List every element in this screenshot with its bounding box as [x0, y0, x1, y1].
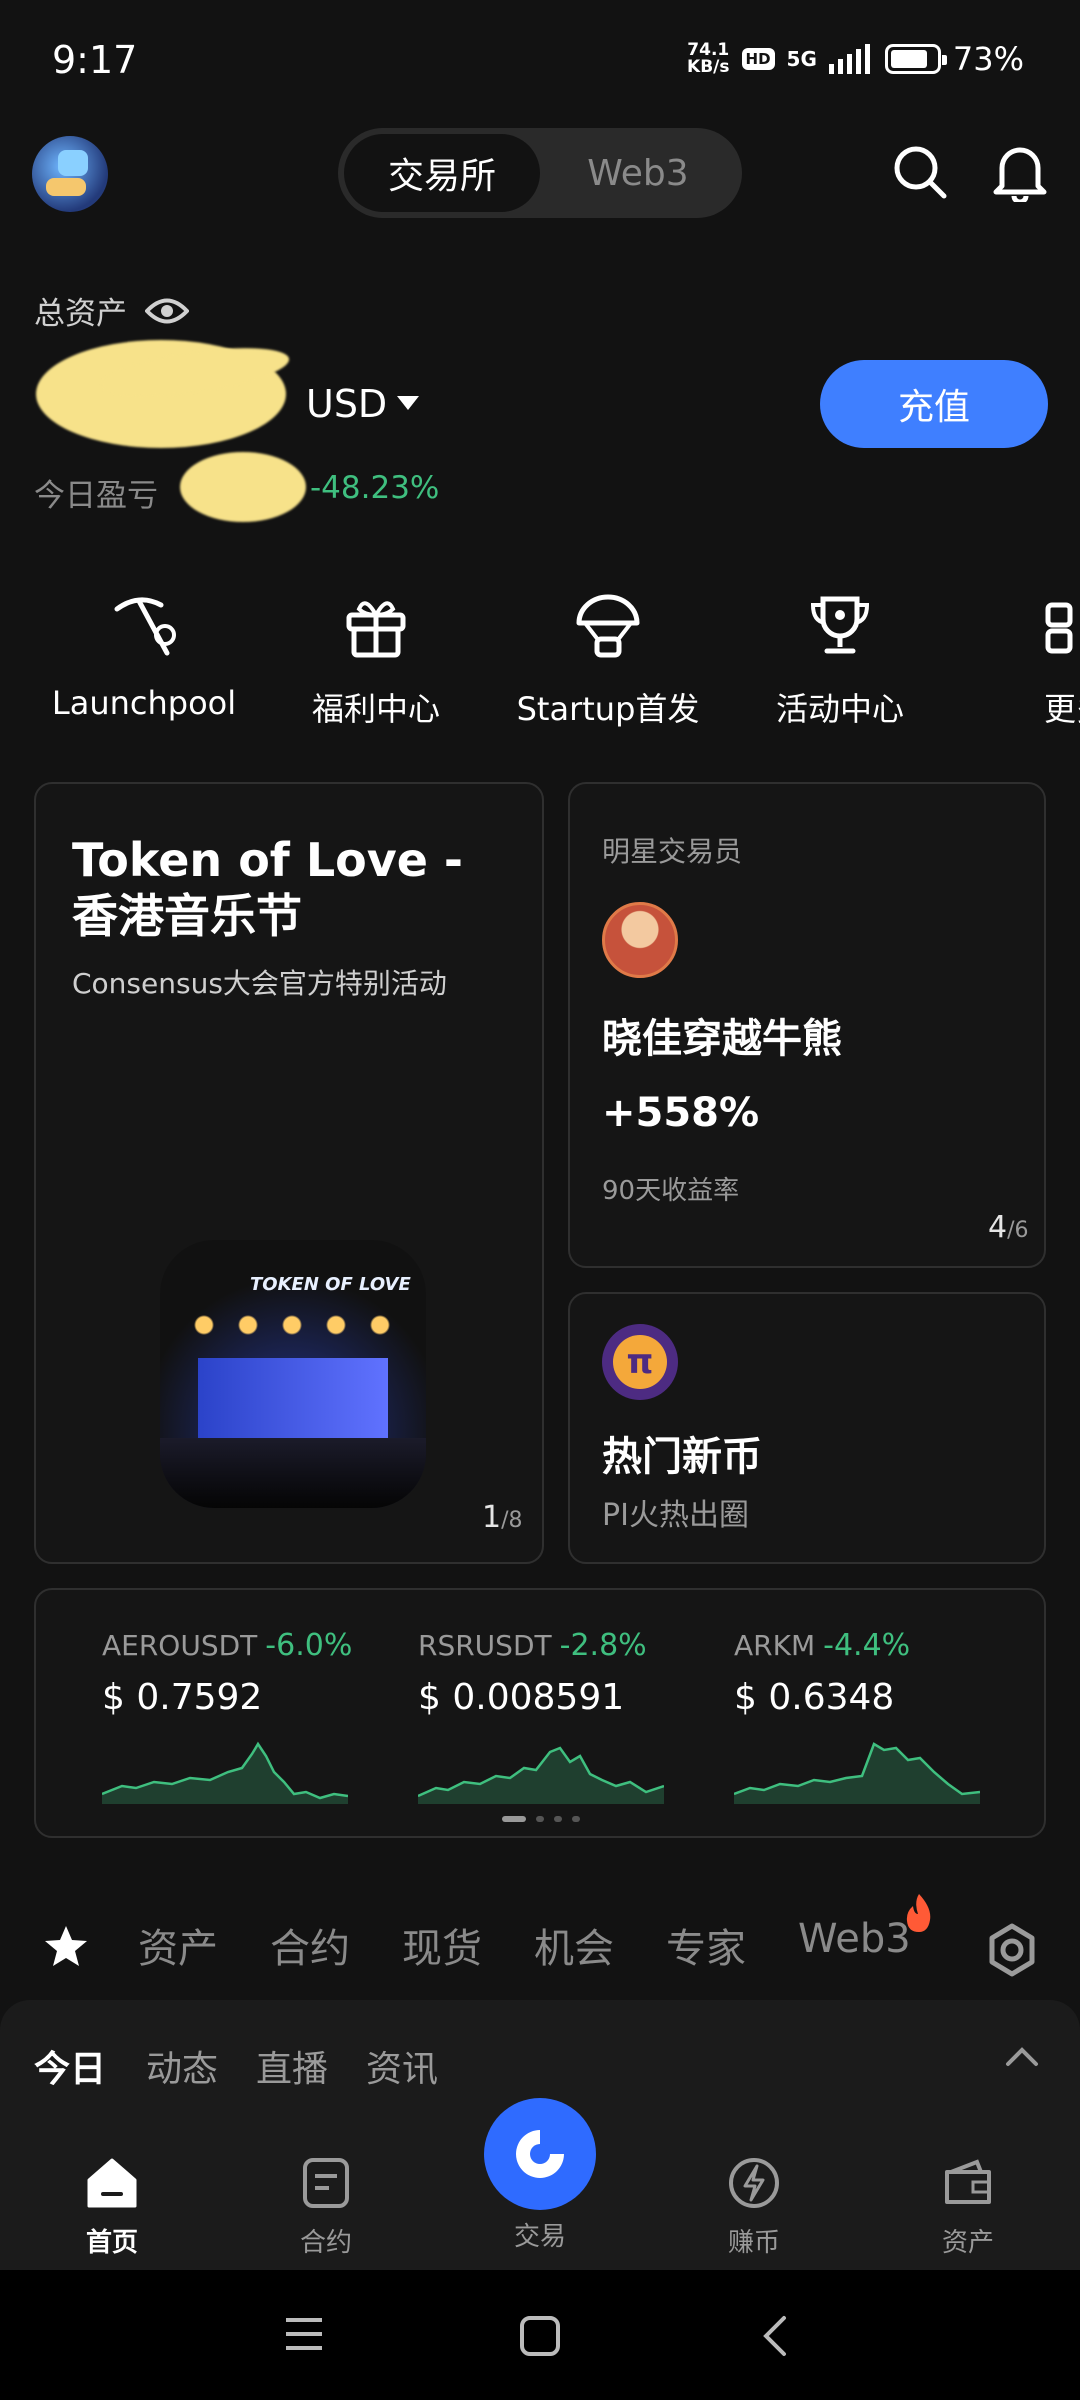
- home-button-icon[interactable]: [518, 2314, 562, 2358]
- caret-down-icon: [397, 396, 420, 410]
- nav-home[interactable]: 首页: [32, 2156, 192, 2259]
- subtab-today[interactable]: 今日: [34, 2040, 106, 2092]
- ticker-pair: ARKM: [734, 1629, 816, 1662]
- promo-pager: 1/8: [482, 1500, 523, 1535]
- fire-icon: [906, 1894, 931, 1932]
- trader-return: +558%: [602, 1090, 760, 1136]
- quick-action-launchpool[interactable]: Launchpool: [44, 586, 244, 722]
- network-speed: 74.1 KB/s: [687, 40, 730, 77]
- pickaxe-icon: [44, 586, 244, 666]
- tab-opportunity[interactable]: 机会: [534, 1916, 614, 1974]
- ticker-pair: AEROUSDT: [102, 1629, 258, 1662]
- menu-icon[interactable]: [282, 2314, 326, 2354]
- status-time: 9:17: [52, 38, 138, 82]
- quick-action-startup[interactable]: Startup首发: [508, 586, 708, 730]
- concert-image: TOKEN OF LOVE: [160, 1240, 426, 1508]
- trader-pager: 4/6: [988, 1210, 1029, 1245]
- trade-icon: [516, 2130, 564, 2178]
- trade-button[interactable]: [484, 2098, 596, 2210]
- total-assets-label: 总资产: [34, 288, 189, 333]
- trader-return-label: 90天收益率: [602, 1176, 740, 1206]
- tab-spot[interactable]: 现货: [402, 1916, 482, 1974]
- promo-title: Token of Love - 香港音乐节: [72, 833, 464, 943]
- nav-trade-label: 交易: [513, 2222, 566, 2252]
- new-coin-title: 热门新币: [602, 1434, 762, 1480]
- status-indicators: 74.1 KB/s HD 5G 73%: [687, 40, 1024, 78]
- trader-name: 晓佳穿越牛熊: [602, 1016, 842, 1062]
- promo-subtitle: Consensus大会官方特别活动: [72, 967, 447, 1000]
- ticker-sparkline: [418, 1746, 664, 1804]
- tab-web3[interactable]: Web3: [798, 1916, 911, 1962]
- tab-expert[interactable]: 专家: [666, 1916, 746, 1974]
- trader-avatar: [602, 902, 678, 978]
- pnl-label: 今日盈亏: [34, 478, 158, 514]
- ticker-price: $ 0.6348: [734, 1677, 895, 1718]
- bell-icon[interactable]: [982, 134, 1058, 210]
- quick-actions: Launchpool 福利中心 Startup首发 活动中心 更多: [0, 586, 1080, 736]
- star-trader-card[interactable]: 明星交易员 晓佳穿越牛熊 +558% 90天收益率 4/6: [568, 782, 1046, 1268]
- user-avatar[interactable]: [32, 136, 108, 212]
- quick-action-welfare[interactable]: 福利中心: [276, 586, 476, 730]
- ticker-pair: RSRUSDT: [418, 1629, 552, 1662]
- new-coin-subtitle: PI火热出圈: [602, 1498, 749, 1533]
- eye-icon[interactable]: [145, 296, 189, 326]
- tab-contract[interactable]: 合约: [270, 1916, 350, 1974]
- ticker-price: $ 0.7592: [102, 1677, 263, 1718]
- pi-coin-icon: π: [602, 1324, 678, 1400]
- battery-percent: 73%: [952, 40, 1024, 78]
- signal-icon: [828, 44, 870, 74]
- quick-action-more[interactable]: 更多: [972, 586, 1080, 730]
- network-type: 5G: [786, 47, 817, 71]
- new-coin-card[interactable]: π 热门新币 PI火热出圈: [568, 1292, 1046, 1564]
- carousel-dots: [502, 1816, 580, 1822]
- ticker-sparkline: [734, 1742, 980, 1804]
- promo-card[interactable]: Token of Love - 香港音乐节 Consensus大会官方特别活动 …: [34, 782, 544, 1564]
- ticker-change: -4.4%: [823, 1628, 911, 1663]
- quick-action-events[interactable]: 活动中心: [740, 586, 940, 730]
- tab-assets[interactable]: 资产: [138, 1916, 218, 1974]
- grid-icon: [1044, 586, 1080, 666]
- chevron-up-icon[interactable]: [1004, 2044, 1040, 2068]
- ticker-item[interactable]: ARKM -4.4% $ 0.6348: [734, 1628, 1034, 1804]
- status-bar: 9:17 74.1 KB/s HD 5G 73%: [0, 0, 1080, 120]
- settings-icon[interactable]: [984, 1922, 1040, 1978]
- hd-badge: HD: [741, 48, 775, 70]
- star-icon[interactable]: [44, 1924, 88, 1968]
- currency-selector[interactable]: USD: [306, 382, 420, 426]
- nav-contract[interactable]: 合约: [246, 2156, 406, 2259]
- mode-switch[interactable]: 交易所 Web3: [338, 128, 742, 218]
- battery-icon: [884, 44, 947, 74]
- wallet-icon: [945, 2159, 991, 2204]
- parachute-icon: [508, 586, 708, 666]
- contract-icon: [303, 2158, 349, 2208]
- tab-web3[interactable]: Web3: [540, 134, 736, 212]
- nav-assets[interactable]: 资产: [888, 2156, 1048, 2259]
- system-nav-bar: [0, 2270, 1080, 2400]
- ticker-carousel[interactable]: AEROUSDT -6.0% $ 0.7592 RSRUSDT -2.8% $ 0.…: [34, 1588, 1046, 1838]
- redacted-pnl: [180, 452, 306, 522]
- search-icon[interactable]: [882, 134, 958, 210]
- subtab-news[interactable]: 资讯: [366, 2040, 438, 2092]
- gift-icon: [276, 586, 476, 666]
- pnl-percent: -48.23%: [310, 470, 440, 506]
- tab-exchange[interactable]: 交易所: [344, 134, 540, 212]
- trader-section-label: 明星交易员: [602, 835, 743, 868]
- ticker-item[interactable]: AEROUSDT -6.0% $ 0.7592: [102, 1628, 402, 1804]
- ticker-sparkline: [102, 1741, 348, 1804]
- concert-logo: TOKEN OF LOVE: [250, 1274, 411, 1295]
- ticker-change: -2.8%: [559, 1628, 647, 1663]
- back-icon[interactable]: [756, 2314, 796, 2358]
- recharge-button[interactable]: 充值: [820, 360, 1048, 448]
- ticker-change: -6.0%: [265, 1628, 353, 1663]
- earn-icon: [729, 2158, 779, 2208]
- ticker-price: $ 0.008591: [418, 1677, 625, 1718]
- ticker-item[interactable]: RSRUSDT -2.8% $ 0.008591: [418, 1628, 718, 1804]
- subtab-dynamics[interactable]: 动态: [146, 2040, 218, 2092]
- nav-earn[interactable]: 赚币: [674, 2156, 834, 2259]
- subtab-live[interactable]: 直播: [256, 2040, 328, 2092]
- home-icon: [87, 2158, 137, 2208]
- trophy-icon: [740, 586, 940, 666]
